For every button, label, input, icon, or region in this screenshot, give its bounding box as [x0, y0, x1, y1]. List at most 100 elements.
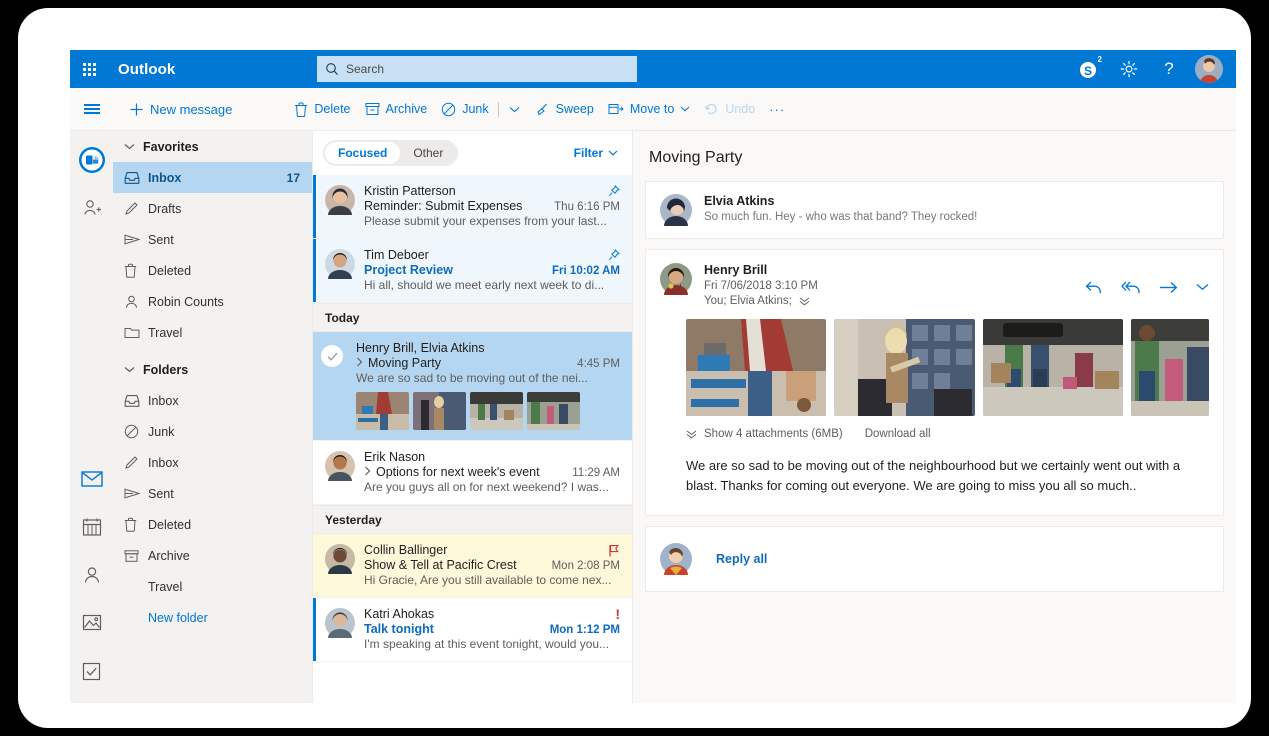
expand-recipients-icon[interactable]	[799, 297, 810, 306]
sidebar-item-deleted-favorite[interactable]: Deleted	[113, 255, 312, 286]
reply-all-card[interactable]: Reply all	[645, 526, 1224, 592]
message-subject: Talk tonight	[364, 622, 434, 636]
list-item[interactable]: Erik Nason Options for next week's event…	[313, 441, 632, 505]
tab-focused[interactable]: Focused	[325, 142, 400, 164]
plus-icon	[129, 102, 144, 117]
list-item[interactable]: Tim Deboer Project Review Fri 10:02 AM H…	[313, 239, 632, 303]
hamburger-icon[interactable]	[70, 88, 114, 131]
send-icon	[124, 487, 148, 500]
junk-button[interactable]: Junk	[434, 88, 495, 131]
sidebar-item-inbox[interactable]: Inbox	[113, 385, 312, 416]
chevron-down-icon[interactable]	[1196, 283, 1209, 291]
favorites-group-header[interactable]: Favorites	[113, 131, 312, 162]
people-icon[interactable]	[70, 551, 113, 599]
show-attachments-label: Show 4 attachments (6MB)	[704, 428, 843, 440]
message-subject: Reminder: Submit Expenses	[364, 199, 522, 213]
sidebar-item-travel-favorite[interactable]: Travel	[113, 317, 312, 348]
chevron-down-icon	[124, 143, 135, 150]
chevron-right-icon[interactable]	[364, 466, 371, 476]
outlook-logo-icon[interactable]	[70, 136, 113, 184]
sweep-button[interactable]: Sweep	[528, 88, 601, 131]
message-sender: Kristin Patterson	[364, 184, 456, 198]
chevron-right-icon[interactable]	[356, 357, 363, 367]
question-mark-icon[interactable]: ?	[1150, 50, 1188, 88]
search-box[interactable]	[317, 56, 637, 82]
undo-button[interactable]: Undo	[697, 88, 762, 131]
message-header: Henry Brill Fri 7/06/2018 3:10 PM You; E…	[646, 250, 1223, 307]
attachment-thumbnail[interactable]	[527, 392, 580, 430]
tasks-icon[interactable]	[70, 647, 113, 695]
sidebar-item-inbox-drafts[interactable]: Inbox	[113, 447, 312, 478]
selection-checkmark-icon[interactable]	[317, 341, 347, 430]
reply-all-icon[interactable]	[1121, 280, 1141, 295]
sidebar-item-robin-counts[interactable]: Robin Counts	[113, 286, 312, 317]
sidebar-item-deleted[interactable]: Deleted	[113, 509, 312, 540]
download-all-button[interactable]: Download all	[865, 428, 931, 440]
message-sender: Erik Nason	[364, 450, 425, 464]
pencil-icon	[124, 201, 148, 216]
undo-label: Undo	[725, 102, 755, 116]
search-icon	[325, 62, 339, 76]
sidebar-item-label: Inbox	[148, 456, 312, 470]
collapsed-message[interactable]: Elvia Atkins So much fun. Hey - who was …	[645, 181, 1224, 239]
chevron-double-down-icon	[686, 430, 697, 439]
app-launcher-icon[interactable]	[70, 50, 108, 88]
reply-icon[interactable]	[1085, 280, 1103, 295]
junk-dropdown-button[interactable]	[501, 88, 528, 131]
search-input[interactable]	[346, 62, 626, 76]
sidebar-item-sent[interactable]: Sent	[113, 478, 312, 509]
pin-icon[interactable]	[602, 249, 620, 261]
calendar-icon[interactable]	[70, 503, 113, 551]
list-item[interactable]: Collin Ballinger Show & Tell at Pacific …	[313, 534, 632, 598]
new-folder-button[interactable]: New folder	[113, 602, 312, 633]
focused-other-pivot: Focused Other	[323, 140, 458, 166]
forward-icon[interactable]	[1159, 281, 1178, 294]
attachment-thumbnail[interactable]	[470, 392, 523, 430]
filter-button[interactable]: Filter	[574, 146, 618, 160]
message-subject: Moving Party	[368, 356, 441, 370]
chevron-down-icon	[124, 366, 135, 373]
reply-all-button[interactable]: Reply all	[716, 552, 767, 566]
delete-button[interactable]: Delete	[287, 88, 357, 131]
more-options-button[interactable]: ···	[762, 88, 792, 131]
avatar[interactable]	[1190, 50, 1228, 88]
sidebar-item-inbox-favorite[interactable]: Inbox 17	[113, 162, 312, 193]
undo-icon	[704, 102, 719, 117]
list-item[interactable]: Katri Ahokas ! Talk tonight Mon 1:12 PM …	[313, 598, 632, 662]
tab-other[interactable]: Other	[400, 142, 456, 164]
list-item[interactable]: Kristin Patterson Reminder: Submit Expen…	[313, 175, 632, 239]
attachment-preview[interactable]	[834, 319, 974, 416]
broom-icon	[535, 102, 550, 117]
sidebar-item-sent-favorite[interactable]: Sent	[113, 224, 312, 255]
mail-icon[interactable]	[70, 455, 113, 503]
add-person-icon[interactable]	[70, 184, 113, 232]
archive-button[interactable]: Archive	[358, 88, 435, 131]
inbox-unread-count: 17	[287, 171, 300, 185]
show-attachments-button[interactable]: Show 4 attachments (6MB)	[686, 428, 843, 440]
attachment-preview[interactable]	[983, 319, 1123, 416]
junk-icon	[441, 102, 456, 117]
attachment-preview[interactable]	[1131, 319, 1209, 416]
photos-icon[interactable]	[70, 599, 113, 647]
sidebar-item-archive[interactable]: Archive	[113, 540, 312, 571]
sidebar-item-junk[interactable]: Junk	[113, 416, 312, 447]
gear-icon[interactable]	[1110, 50, 1148, 88]
folders-group-header[interactable]: Folders	[113, 354, 312, 385]
message-preview: Are you guys all on for next weekend? I …	[364, 480, 620, 494]
skype-icon[interactable]: S 2	[1070, 50, 1108, 88]
sidebar-item-drafts-favorite[interactable]: Drafts	[113, 193, 312, 224]
attachment-preview[interactable]	[686, 319, 826, 416]
pin-icon[interactable]	[602, 185, 620, 197]
flag-icon[interactable]	[602, 544, 620, 557]
sidebar-item-travel[interactable]: Travel	[113, 571, 312, 602]
message-time: 4:45 PM	[569, 358, 620, 370]
new-message-button[interactable]: New message	[122, 88, 239, 131]
attachment-thumbnail[interactable]	[413, 392, 466, 430]
move-to-button[interactable]: Move to	[601, 88, 697, 131]
avatar	[325, 543, 355, 587]
attachment-thumbnail[interactable]	[356, 392, 409, 430]
message-subject: Options for next week's event	[376, 465, 540, 479]
list-item[interactable]: Henry Brill, Elvia Atkins Moving Party 4…	[313, 332, 632, 441]
new-folder-label: New folder	[124, 611, 312, 625]
send-icon	[124, 233, 148, 246]
